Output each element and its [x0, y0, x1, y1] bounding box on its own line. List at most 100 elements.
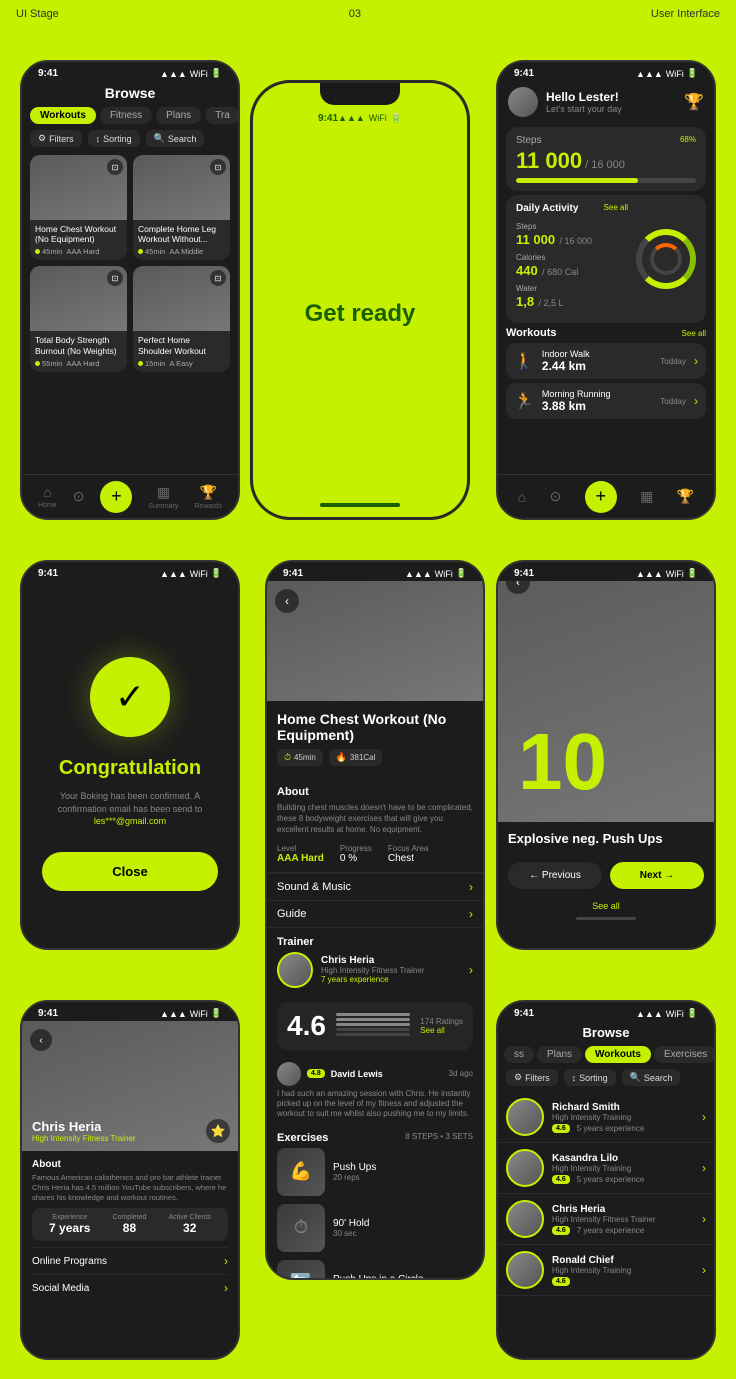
water-label: Water	[516, 284, 628, 293]
nav-summary-1[interactable]: ▦ Summary	[148, 484, 178, 510]
sorting-btn-8[interactable]: ↕ Sorting	[564, 1069, 616, 1086]
steps-sub-val: 11 000	[516, 232, 555, 247]
workout-title-4: Perfect Home Shoulder Workout	[138, 335, 225, 355]
status-icons-6: ▲▲▲WiFi🔋	[636, 568, 698, 579]
next-button[interactable]: Next →	[610, 862, 704, 889]
sorting-btn[interactable]: ↕ Sorting	[88, 130, 140, 147]
see-all-ratings[interactable]: See all	[420, 1026, 463, 1035]
filter-icon-8: ⚙	[514, 1072, 522, 1083]
prev-button[interactable]: ← Previous	[508, 862, 602, 889]
reviewer-avatar	[277, 1062, 301, 1086]
nav-home-1[interactable]: ⌂ Home	[38, 484, 57, 509]
time-6: 9:41	[514, 568, 534, 579]
nav-rewards-1[interactable]: 🏆 Rewards	[194, 484, 222, 510]
daily-title: Daily Activity	[516, 203, 578, 214]
chevron-trainer: ›	[469, 963, 473, 977]
trainer-overlay-name: Chris Heria	[32, 1119, 136, 1134]
workout-level-3: AAA Hard	[66, 359, 99, 368]
calories-badge: 🔥 381Cal	[329, 749, 383, 766]
ex-reps-1: 20 reps	[333, 1173, 376, 1182]
filters-btn[interactable]: ⚙ Filters	[30, 130, 82, 147]
filters-btn-8[interactable]: ⚙ Filters	[506, 1069, 558, 1086]
nav-add-1[interactable]: +	[100, 481, 132, 513]
countdown-controls: ← Previous Next →	[498, 852, 714, 899]
back-button-5[interactable]: ‹	[275, 589, 299, 613]
about-title: About	[277, 786, 473, 798]
exercise-1[interactable]: 💪 Push Ups 20 reps	[277, 1148, 473, 1196]
morning-run-item[interactable]: 🏃 Morning Running 3.88 km Todday ›	[506, 383, 706, 419]
clients-label: Active Clients	[169, 1214, 211, 1221]
nav-search-1[interactable]: ⊙	[73, 488, 85, 505]
phone-congratulation: 9:41 ▲▲▲WiFi🔋 ✓ Congratulation Your Boki…	[20, 560, 240, 950]
time-3: 9:41	[514, 68, 534, 79]
status-icons-1: ▲▲▲WiFi🔋	[160, 68, 222, 79]
nav-add-3[interactable]: +	[585, 481, 617, 513]
nav-search-3[interactable]: ⊙	[550, 488, 562, 505]
sorting-label: Sorting	[103, 134, 132, 144]
chevron-t4: ›	[702, 1263, 706, 1277]
see-all-countdown[interactable]: See all	[498, 899, 714, 913]
tab-ss[interactable]: ss	[504, 1046, 534, 1063]
tab-plans[interactable]: Plans	[156, 107, 201, 124]
trainer-exp-3: 7 years experience	[577, 1226, 645, 1235]
workout-detail-title: Home Chest Workout (No Equipment)	[277, 711, 473, 743]
tab-fitness[interactable]: Fitness	[100, 107, 152, 124]
duration-val: 45min	[294, 753, 316, 762]
trainer-avatar-3	[506, 1200, 544, 1238]
badge-button-7[interactable]: ⭐	[206, 1119, 230, 1143]
trainer-item-2[interactable]: Kasandra Lilo High Intensity Training 4.…	[498, 1143, 714, 1194]
trainer-stats-row: Experience 7 years Completed 88 Active C…	[32, 1208, 228, 1241]
browse-title: Browse	[22, 81, 238, 107]
workout-card-4[interactable]: ⊡ Perfect Home Shoulder Workout 15min A …	[133, 266, 230, 371]
nav-home-3[interactable]: ⌂	[518, 489, 526, 505]
about-section: About Building chest muscles doesn't hav…	[267, 786, 483, 836]
close-button[interactable]: Close	[42, 852, 218, 891]
trainer-item-4[interactable]: Ronald Chief High Intensity Training 4.6…	[498, 1245, 714, 1296]
workout-card-3[interactable]: ⊡ Total Body Strength Burnout (No Weight…	[30, 266, 127, 371]
trainer-overlay-role: High Intensity Fitness Trainer	[32, 1134, 136, 1143]
workout-card-2[interactable]: ⊡ Complete Home Leg Workout Without... 4…	[133, 155, 230, 260]
trainer-item-1[interactable]: Richard Smith High Intensity Training 4.…	[498, 1092, 714, 1143]
online-programs-row[interactable]: Online Programs ›	[32, 1247, 228, 1274]
trainer-item-3[interactable]: Chris Heria High Intensity Fitness Train…	[498, 1194, 714, 1245]
search-btn[interactable]: 🔍 Search	[146, 130, 205, 147]
tab-plans2[interactable]: Plans	[537, 1046, 582, 1063]
guide-row[interactable]: Guide ›	[267, 900, 483, 927]
sound-music-row[interactable]: Sound & Music ›	[267, 873, 483, 900]
trainer-badge-4: 4.6	[552, 1277, 570, 1286]
see-all-workouts[interactable]: See all	[682, 329, 706, 338]
focus-val: Chest	[388, 853, 428, 864]
see-all-daily[interactable]: See all	[604, 203, 628, 218]
steps-pct: 68%	[680, 135, 696, 148]
exercise-3[interactable]: 🔄 Push Ups in a Circle 8 reps both direc…	[277, 1260, 473, 1278]
nav-rewards-3[interactable]: 🏆	[677, 488, 694, 505]
time-7: 9:41	[38, 1008, 58, 1019]
workout-tabs: Workouts Fitness Plans Tra	[22, 107, 238, 124]
nav-summary-3[interactable]: ▦	[640, 488, 653, 505]
workout-duration-4: 15min	[138, 359, 165, 368]
bookmark-1[interactable]: ⊡	[107, 159, 123, 175]
exercise-name-6: Explosive neg. Push Ups	[508, 831, 663, 846]
indoor-walk-time: Todday	[660, 357, 686, 366]
online-programs-label: Online Programs	[32, 1256, 107, 1267]
bookmark-2[interactable]: ⊡	[210, 159, 226, 175]
chevron-t1: ›	[702, 1110, 706, 1124]
indoor-walk-item[interactable]: 🚶 Indoor Walk 2.44 km Todday ›	[506, 343, 706, 379]
filters-label-8: Filters	[525, 1073, 550, 1083]
tab-tra[interactable]: Tra	[205, 107, 238, 124]
tab-workouts2[interactable]: Workouts	[585, 1046, 651, 1063]
search-btn-8[interactable]: 🔍 Search	[622, 1069, 681, 1086]
about-text: Building chest muscles doesn't have to b…	[277, 802, 473, 836]
nav-summary-label: Summary	[148, 503, 178, 510]
exercise-2[interactable]: ⏱ 90' Hold 30 sec	[277, 1204, 473, 1252]
tab-workouts[interactable]: Workouts	[30, 107, 96, 124]
progress-label: Progress	[340, 844, 372, 853]
trainer-row[interactable]: Chris Heria High Intensity Fitness Train…	[277, 952, 473, 988]
tab-exercises[interactable]: Exercises	[654, 1046, 714, 1063]
steps-value: 11 000	[516, 148, 582, 174]
workout-card-1[interactable]: ⊡ Home Chest Workout (No Equipment) 45mi…	[30, 155, 127, 260]
workout-title-3: Total Body Strength Burnout (No Weights)	[35, 335, 122, 355]
back-button-7[interactable]: ‹	[30, 1029, 52, 1051]
social-media-row[interactable]: Social Media ›	[32, 1274, 228, 1301]
phone2-status: ▲▲▲WiFi🔋	[338, 113, 402, 124]
